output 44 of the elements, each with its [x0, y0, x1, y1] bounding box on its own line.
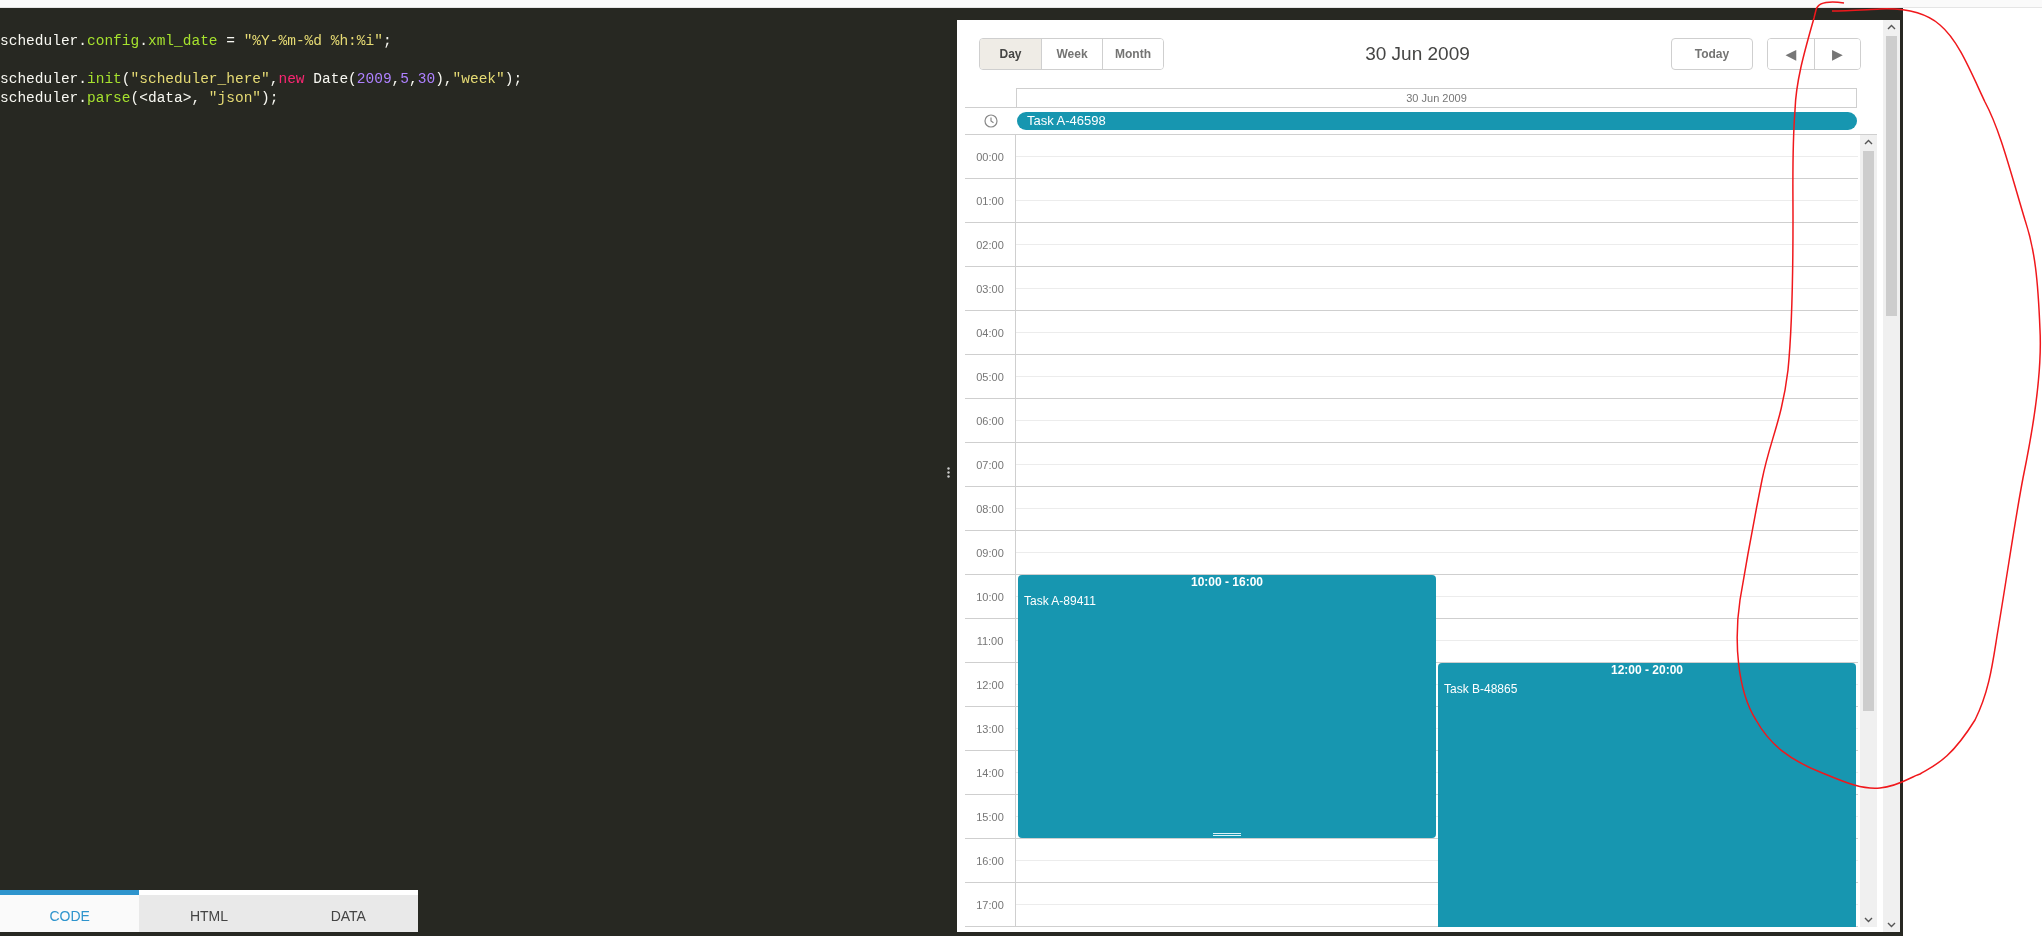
hour-label: 10:00	[976, 590, 1004, 603]
hour-label: 16:00	[976, 854, 1004, 867]
scroll-up-icon[interactable]	[1887, 24, 1896, 30]
code-line: scheduler.parse(<data>, "json");	[0, 89, 279, 108]
hour-label: 15:00	[976, 810, 1004, 823]
scroll-down-icon[interactable]	[1864, 917, 1873, 923]
hour-label: 04:00	[976, 326, 1004, 339]
resize-handle-icon[interactable]	[1213, 833, 1241, 836]
hour-label: 09:00	[976, 546, 1004, 559]
hour-label: 00:00	[976, 150, 1004, 163]
hour-label: 05:00	[976, 370, 1004, 383]
hour-label: 01:00	[976, 194, 1004, 207]
scrollbar-thumb[interactable]	[1886, 36, 1897, 316]
code-line: scheduler.config.xml_date = "%Y-%m-%d %h:%i";	[0, 32, 392, 51]
hour-label: 11:00	[976, 634, 1004, 647]
hour-label: 03:00	[976, 282, 1004, 295]
hour-label: 02:00	[976, 238, 1004, 251]
scrollbar-thumb[interactable]	[1863, 151, 1874, 711]
tab[interactable]: CODE	[0, 890, 140, 932]
date-title: 30 Jun 2009	[1364, 43, 1471, 65]
tab[interactable]: HTML	[139, 890, 279, 932]
view-button[interactable]: Day	[980, 39, 1041, 69]
tab[interactable]: DATA	[278, 890, 418, 932]
hour-label: 08:00	[976, 502, 1004, 515]
hour-label: 14:00	[976, 766, 1004, 779]
splitter-handle-icon[interactable]	[947, 466, 950, 478]
scrollbar[interactable]	[1860, 135, 1877, 927]
clock-icon	[983, 114, 998, 128]
code-line: scheduler.init("scheduler_here",new Date(2009,5,30),"week");	[0, 70, 523, 89]
view-button[interactable]: Month	[1102, 39, 1163, 69]
today-button[interactable]: Today	[1671, 38, 1753, 70]
hour-label: 07:00	[976, 458, 1004, 471]
all-day-event[interactable]: Task A-46598	[1017, 112, 1857, 130]
event-card[interactable]: 10:00 - 16:00 Task A-89411	[1018, 575, 1436, 838]
hour-label: 13:00	[976, 722, 1004, 735]
hour-label: 06:00	[976, 414, 1004, 427]
event-card[interactable]: 12:00 - 20:00 Task B-48865	[1438, 663, 1856, 927]
day-header: 30 Jun 2009	[1016, 88, 1857, 108]
scrollbar[interactable]	[1883, 20, 1900, 932]
hour-label: 17:00	[976, 898, 1004, 911]
hour-label: 12:00	[976, 678, 1004, 691]
scroll-down-icon[interactable]	[1887, 922, 1896, 928]
scroll-up-icon[interactable]	[1864, 139, 1873, 145]
next-button[interactable]: ▶	[1814, 39, 1860, 69]
